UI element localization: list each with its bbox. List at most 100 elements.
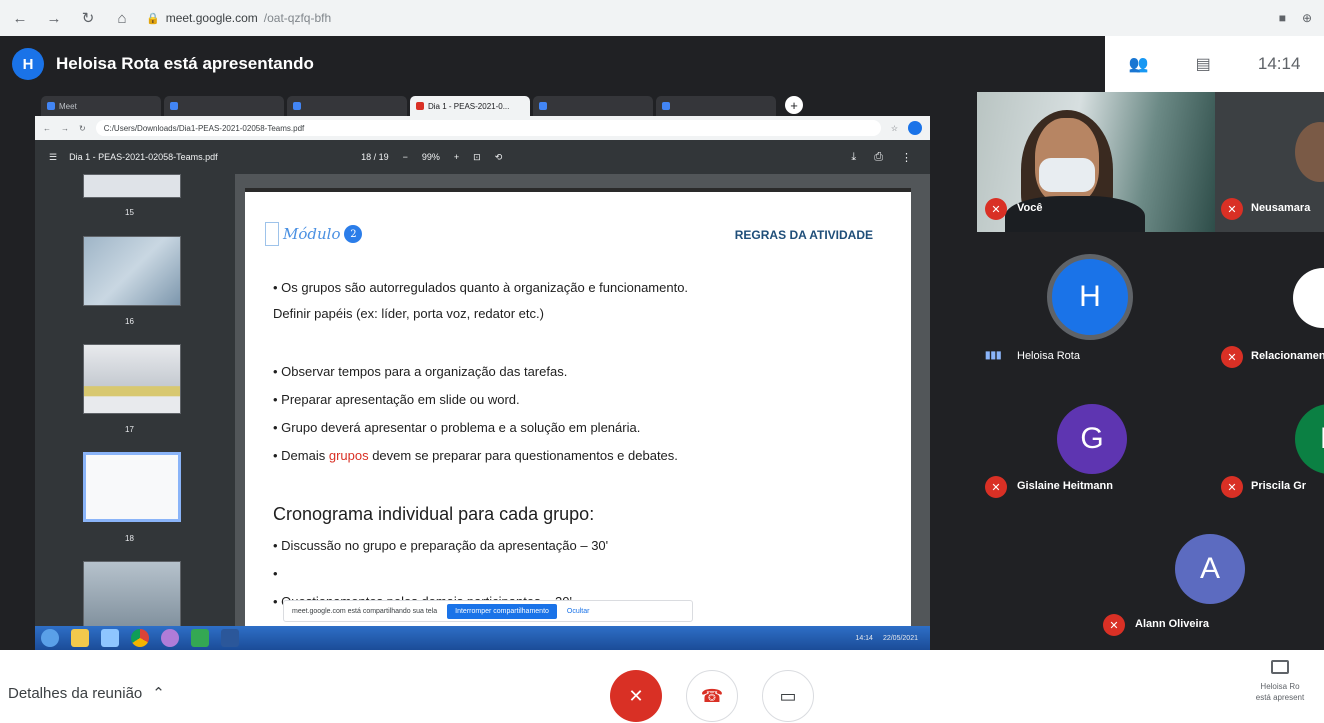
zoom-icon[interactable]: ⊕ <box>1302 11 1312 25</box>
browser-extensions: ■ ⊕ <box>1279 11 1324 25</box>
shared-back-icon: ← <box>43 123 51 133</box>
participant-tile[interactable]: H ▮▮▮ Heloisa Rota <box>977 232 1215 372</box>
home-icon[interactable]: ⌂ <box>112 10 132 27</box>
chevron-up-icon: ⌃ <box>152 685 165 702</box>
participant-name: Heloisa Rota <box>1017 350 1080 362</box>
new-tab-icon: + <box>785 96 803 114</box>
meeting-details-label: Detalhes da reunião <box>8 684 143 702</box>
more-vert-icon: ⋮ <box>901 151 912 164</box>
presenter-banner: H Heloisa Rota está apresentando <box>0 36 1105 92</box>
camera-icon: ▭ <box>779 685 797 706</box>
thumbnail <box>83 236 181 306</box>
participant-tile[interactable]: P ✕ Priscila Gr <box>1215 372 1324 512</box>
word-icon <box>221 629 239 647</box>
hang-up-icon: ☎ <box>700 685 724 706</box>
thumbnail-number: 17 <box>125 425 134 434</box>
shared-tab <box>164 96 284 116</box>
print-icon: ⎙ <box>874 150 883 163</box>
participant-name: Alann Oliveira <box>1135 618 1209 630</box>
participant-avatar: A <box>1175 534 1245 604</box>
camera-toggle-button[interactable]: ▭ <box>762 670 814 722</box>
people-icon[interactable]: 👥 <box>1129 54 1149 74</box>
participant-tile[interactable]: A ✕ Alann Oliveira <box>1095 512 1324 650</box>
thumbnail-number: 15 <box>125 208 134 217</box>
present-line1: Heloisa Ro <box>1260 682 1300 691</box>
folder-icon <box>71 629 89 647</box>
app-icon <box>191 629 209 647</box>
thumbnail <box>83 561 181 631</box>
stop-sharing-button: Interromper compartilhamento <box>447 603 557 619</box>
shared-forward-icon: → <box>61 123 69 133</box>
meeting-controls-bar: Detalhes da reunião ⌃ ✕ ☎ ▭ Heloisa Ro e… <box>0 650 1324 723</box>
shared-tab <box>287 96 407 116</box>
thumbnail <box>83 174 181 198</box>
tab-favicon-icon <box>293 102 301 110</box>
participant-video <box>1295 122 1324 182</box>
back-icon[interactable]: ← <box>10 10 30 27</box>
system-tray: 14:14 22/05/2021 <box>855 635 930 642</box>
slide-bullet: • Grupo deverá apresentar o problema e a… <box>273 420 641 435</box>
pdf-zoom: 99% <box>421 152 440 162</box>
browser-toolbar: ← → ↻ ⌂ 🔒 meet.google.com/oat-qzfq-bfh ■… <box>0 0 1324 36</box>
logo-mark-icon <box>265 222 279 246</box>
shared-tab <box>533 96 653 116</box>
leave-call-button[interactable]: ☎ <box>686 670 738 722</box>
pdf-tools-right: ⤓ ⎙ ⋮ <box>851 151 930 164</box>
shared-profile-icon <box>908 121 922 135</box>
shared-reload-icon: ↻ <box>79 123 86 133</box>
tab-favicon-icon <box>662 102 670 110</box>
url-host: meet.google.com <box>165 11 258 25</box>
presenter-avatar: H <box>12 48 44 80</box>
participant-name: Gislaine Heitmann <box>1017 480 1113 492</box>
participant-name: Relacionamento <box>1251 350 1324 362</box>
reload-icon[interactable]: ↻ <box>78 9 98 27</box>
microphone-toggle-button[interactable]: ✕ <box>610 670 662 722</box>
self-video <box>977 92 1215 232</box>
sharing-banner-text: meet.google.com está compartilhando sua … <box>292 607 438 615</box>
thumbnail-number: 16 <box>125 317 134 326</box>
present-now-button[interactable]: Heloisa Ro está apresent <box>1244 660 1316 703</box>
participant-name: Você <box>1017 202 1043 214</box>
slide-text: • Os grupos são autorregulados quanto à … <box>273 280 689 295</box>
participant-avatar: H <box>1047 254 1133 340</box>
participant-name: Priscila Gr <box>1251 480 1307 492</box>
participant-tile[interactable]: ✕ Neusamara <box>1215 92 1324 232</box>
module-logo: Módulo 2 <box>265 222 363 246</box>
participant-avatar: P <box>1295 404 1324 474</box>
tab-favicon-icon <box>170 102 178 110</box>
meeting-details-button[interactable]: Detalhes da reunião ⌃ <box>8 684 165 703</box>
participant-avatar <box>1293 268 1324 328</box>
slide-bullet: • Preparar apresentação em slide ou word… <box>273 392 520 407</box>
participant-tile[interactable]: G ✕ Gislaine Heitmann <box>977 372 1215 512</box>
pdf-viewport: Módulo 2 REGRAS DA ATIVIDADE • Os grupos… <box>235 174 930 640</box>
slide-text: Definir papéis (ex: líder, porta voz, re… <box>273 306 544 321</box>
slide-bullet: • Demais grupos devem se preparar para q… <box>273 448 678 463</box>
zoom-in-icon: + <box>453 152 460 162</box>
pdf-favicon-icon <box>416 102 424 110</box>
camera-indicator-icon[interactable]: ■ <box>1279 11 1286 25</box>
chrome-icon <box>131 629 149 647</box>
address-bar[interactable]: 🔒 meet.google.com/oat-qzfq-bfh <box>146 7 331 29</box>
chat-icon[interactable]: ▤ <box>1196 54 1211 74</box>
present-screen-icon <box>1271 660 1289 674</box>
pdf-page-indicator: 18 / 19 <box>361 152 389 162</box>
tray-time: 14:14 <box>855 634 873 642</box>
mic-off-icon: ✕ <box>1221 198 1243 220</box>
participant-tile-self[interactable]: ✕ Você <box>977 92 1215 232</box>
slide-bullet: • <box>273 566 278 581</box>
download-icon: ⤓ <box>851 150 857 163</box>
tab-favicon-icon <box>539 102 547 110</box>
thumbnail <box>83 344 181 414</box>
thumbnail-selected <box>83 452 181 522</box>
slide-page: Módulo 2 REGRAS DA ATIVIDADE • Os grupos… <box>245 188 911 640</box>
shared-url: C:/Users/Downloads/Dia1-PEAS-2021-02058-… <box>95 120 881 136</box>
mic-off-icon: ✕ <box>985 476 1007 498</box>
app-icon <box>161 629 179 647</box>
participant-name: Neusamara <box>1251 202 1311 214</box>
pdf-filename: Dia 1 - PEAS-2021-02058-Teams.pdf <box>69 152 218 162</box>
top-right-panel: 👥 ▤ 14:14 <box>1105 36 1324 92</box>
app-icon <box>101 629 119 647</box>
clock: 14:14 <box>1257 54 1301 73</box>
participant-tile[interactable]: ✕ Relacionamento <box>1215 232 1324 372</box>
forward-icon[interactable]: → <box>44 10 64 27</box>
